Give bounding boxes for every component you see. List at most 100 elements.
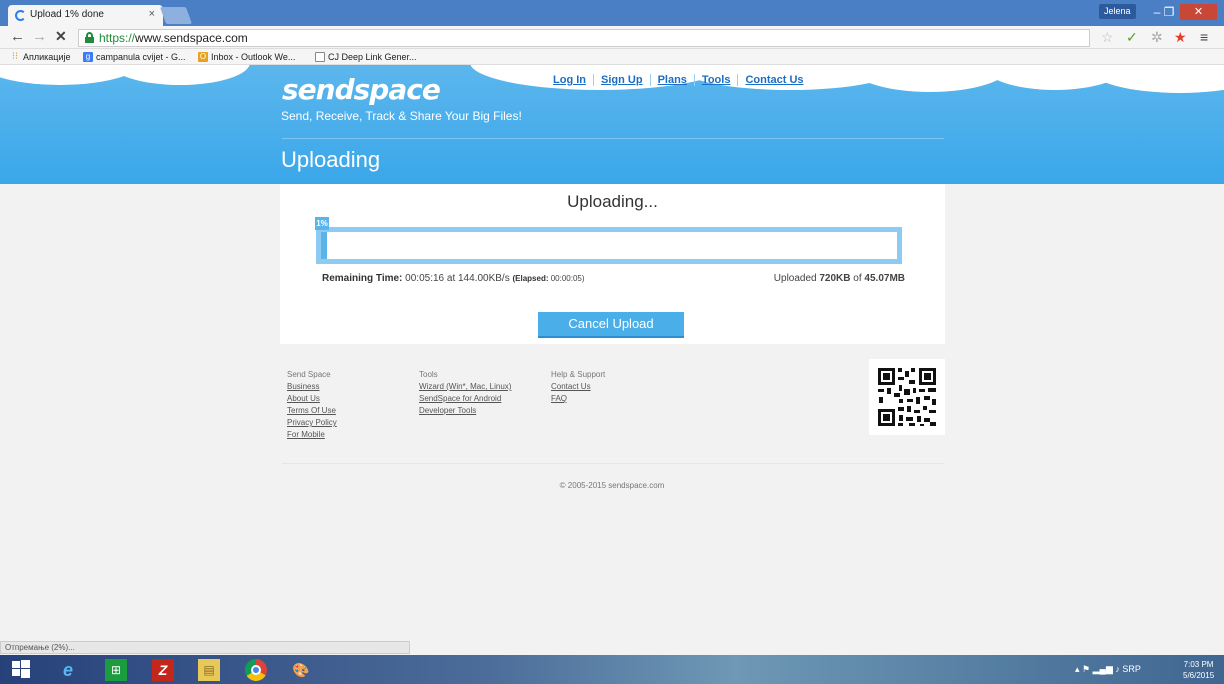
footer-link-android[interactable]: SendSpace for Android <box>419 393 511 405</box>
bookmarks-bar: ⁝⁝ Апликације g campanula cvijet - G... OI… <box>0 49 1224 65</box>
tagline: Send, Receive, Track & Share Your Big Fi… <box>281 109 522 123</box>
url-host: www.sendspace.com <box>135 31 248 45</box>
footer-sendspace-column: Send Space Business About Us Terms Of Us… <box>287 369 337 441</box>
progress-percent-badge: 1% <box>315 217 329 230</box>
qr-code-icon <box>869 359 945 435</box>
paint-icon[interactable]: 🎨 <box>290 659 312 681</box>
language-indicator[interactable]: SRP <box>1122 664 1141 674</box>
filezilla-icon[interactable]: Z <box>152 659 174 681</box>
nav-plans[interactable]: Plans <box>651 74 695 86</box>
extension-check-icon[interactable]: ✓ <box>1126 29 1138 46</box>
progress-fill <box>321 232 327 259</box>
new-tab-button[interactable] <box>159 7 193 24</box>
cancel-upload-button[interactable]: Cancel Upload <box>538 312 684 336</box>
footer-link-terms[interactable]: Terms Of Use <box>287 405 337 417</box>
elapsed-time: 00:00:05) <box>550 274 585 283</box>
back-arrow-icon[interactable]: ← <box>10 28 25 45</box>
footer-link-privacy[interactable]: Privacy Policy <box>287 417 337 429</box>
top-navigation: Log In Sign Up Plans Tools Contact Us <box>553 74 811 86</box>
page-title: Uploading <box>281 147 381 172</box>
footer-help-column: Help & Support Contact Us FAQ <box>551 369 605 405</box>
footer-link-about[interactable]: About Us <box>287 393 337 405</box>
outlook-icon: O <box>198 52 208 62</box>
forward-arrow-icon[interactable]: → <box>32 28 47 45</box>
remaining-label: Remaining Time: <box>322 273 403 284</box>
sendspace-logo[interactable]: sendspace <box>282 73 441 106</box>
close-window-icon[interactable]: ✕ <box>1180 4 1217 20</box>
uploaded-of: of <box>853 273 862 284</box>
browser-tab[interactable]: Upload 1% done × <box>8 5 163 26</box>
clock-date: 5/6/2015 <box>1183 671 1215 680</box>
bookmark-label: Inbox - Outlook We... <box>211 52 296 62</box>
signal-icon[interactable]: ▂▄▆ <box>1093 664 1113 674</box>
apps-grid-icon: ⁝⁝ <box>11 51 19 62</box>
lock-icon <box>85 32 94 43</box>
footer-link-wizard[interactable]: Wizard (Win*, Mac, Linux) <box>419 381 511 393</box>
bookmark-label: Апликације <box>23 52 71 62</box>
user-profile-badge[interactable]: Jelena <box>1099 4 1136 19</box>
google-icon: g <box>83 52 93 62</box>
footer-link-faq[interactable]: FAQ <box>551 393 605 405</box>
extension-gear-icon[interactable]: ✲ <box>1151 29 1163 46</box>
loading-spinner-icon <box>15 10 26 21</box>
page-icon <box>315 52 325 62</box>
upload-stats: Remaining Time: 00:05:16 at 144.00KB/s (… <box>322 273 585 284</box>
address-bar[interactable]: https://www.sendspace.com <box>78 29 1090 47</box>
bookmark-deeplink[interactable]: CJ Deep Link Gener... <box>315 52 417 62</box>
elapsed-label: (Elapsed: <box>512 274 549 283</box>
windows-start-icon[interactable] <box>10 659 32 681</box>
restore-icon[interactable]: ❐ <box>1162 4 1176 20</box>
clock[interactable]: 7:03 PM 5/6/2015 <box>1183 659 1214 681</box>
footer-heading: Tools <box>419 370 438 379</box>
upload-panel: Uploading... 1% Remaining Time: 00:05:16… <box>280 184 945 344</box>
footer-link-contact[interactable]: Contact Us <box>551 381 605 393</box>
uploaded-prefix: Uploaded <box>773 273 817 284</box>
total-size: 45.07MB <box>864 273 905 284</box>
footer-heading: Send Space <box>287 370 331 379</box>
footer-heading: Help & Support <box>551 370 606 379</box>
bookmark-label: campanula cvijet - G... <box>96 52 186 62</box>
tab-strip: Upload 1% done × Jelena – ❐ ✕ <box>0 0 1224 26</box>
menu-icon[interactable]: ≡ <box>1200 29 1208 45</box>
progress-bar <box>316 227 902 264</box>
nav-signup[interactable]: Sign Up <box>594 74 651 86</box>
browser-status-bar: Отпремање (2%)... <box>0 641 410 654</box>
remaining-time: 00:05:16 at 144.00KB/s <box>405 273 510 284</box>
flag-icon[interactable]: ⚑ <box>1082 664 1090 674</box>
footer-link-business[interactable]: Business <box>287 381 337 393</box>
upload-heading: Uploading... <box>567 192 658 211</box>
system-tray: ▴ ⚑ ▂▄▆ ♪ SRP <box>1075 664 1141 675</box>
divider <box>282 138 944 139</box>
volume-icon[interactable]: ♪ <box>1115 664 1120 674</box>
cloud-decoration <box>1090 65 1224 93</box>
footer-link-developer[interactable]: Developer Tools <box>419 405 511 417</box>
stop-icon[interactable]: ✕ <box>55 28 67 45</box>
footer-tools-column: Tools Wizard (Win*, Mac, Linux) SendSpac… <box>419 369 511 417</box>
url-scheme: https:// <box>99 31 136 45</box>
nav-login[interactable]: Log In <box>553 74 594 86</box>
clock-time: 7:03 PM <box>1183 660 1214 669</box>
uploaded-amount: Uploaded 720KB of 45.07MB <box>774 273 905 284</box>
nav-tools[interactable]: Tools <box>695 74 739 86</box>
windows-taskbar: e ⊞ Z ▤ 🎨 ▴ ⚑ ▂▄▆ ♪ SRP 7:03 PM 5/6/2015 <box>0 655 1224 684</box>
nav-contact[interactable]: Contact Us <box>738 74 810 86</box>
store-icon[interactable]: ⊞ <box>105 659 127 681</box>
chrome-icon[interactable] <box>245 659 267 681</box>
bookmark-outlook[interactable]: O Inbox - Outlook We... <box>198 52 295 62</box>
bookmark-google[interactable]: g campanula cvijet - G... <box>83 52 186 62</box>
internet-explorer-icon[interactable]: e <box>57 659 79 681</box>
tab-close-icon[interactable]: × <box>149 8 155 20</box>
file-explorer-icon[interactable]: ▤ <box>198 659 220 681</box>
footer-divider <box>282 463 944 464</box>
tray-arrow-icon[interactable]: ▴ <box>1075 664 1080 674</box>
footer-link-mobile[interactable]: For Mobile <box>287 429 337 441</box>
site-header: sendspace Send, Receive, Track & Share Y… <box>0 65 1224 184</box>
bookmark-star-icon[interactable]: ☆ <box>1101 29 1114 46</box>
bookmark-apps[interactable]: ⁝⁝ Апликације <box>10 51 71 63</box>
bookmark-label: CJ Deep Link Gener... <box>328 52 417 62</box>
copyright: © 2005-2015 sendspace.com <box>559 481 665 490</box>
cloud-decoration <box>110 65 250 85</box>
extension-star-icon[interactable]: ★ <box>1174 29 1187 46</box>
browser-toolbar: ← → ✕ https://www.sendspace.com ☆ ✓ ✲ ★ … <box>0 26 1224 49</box>
uploaded-value: 720KB <box>819 273 851 284</box>
